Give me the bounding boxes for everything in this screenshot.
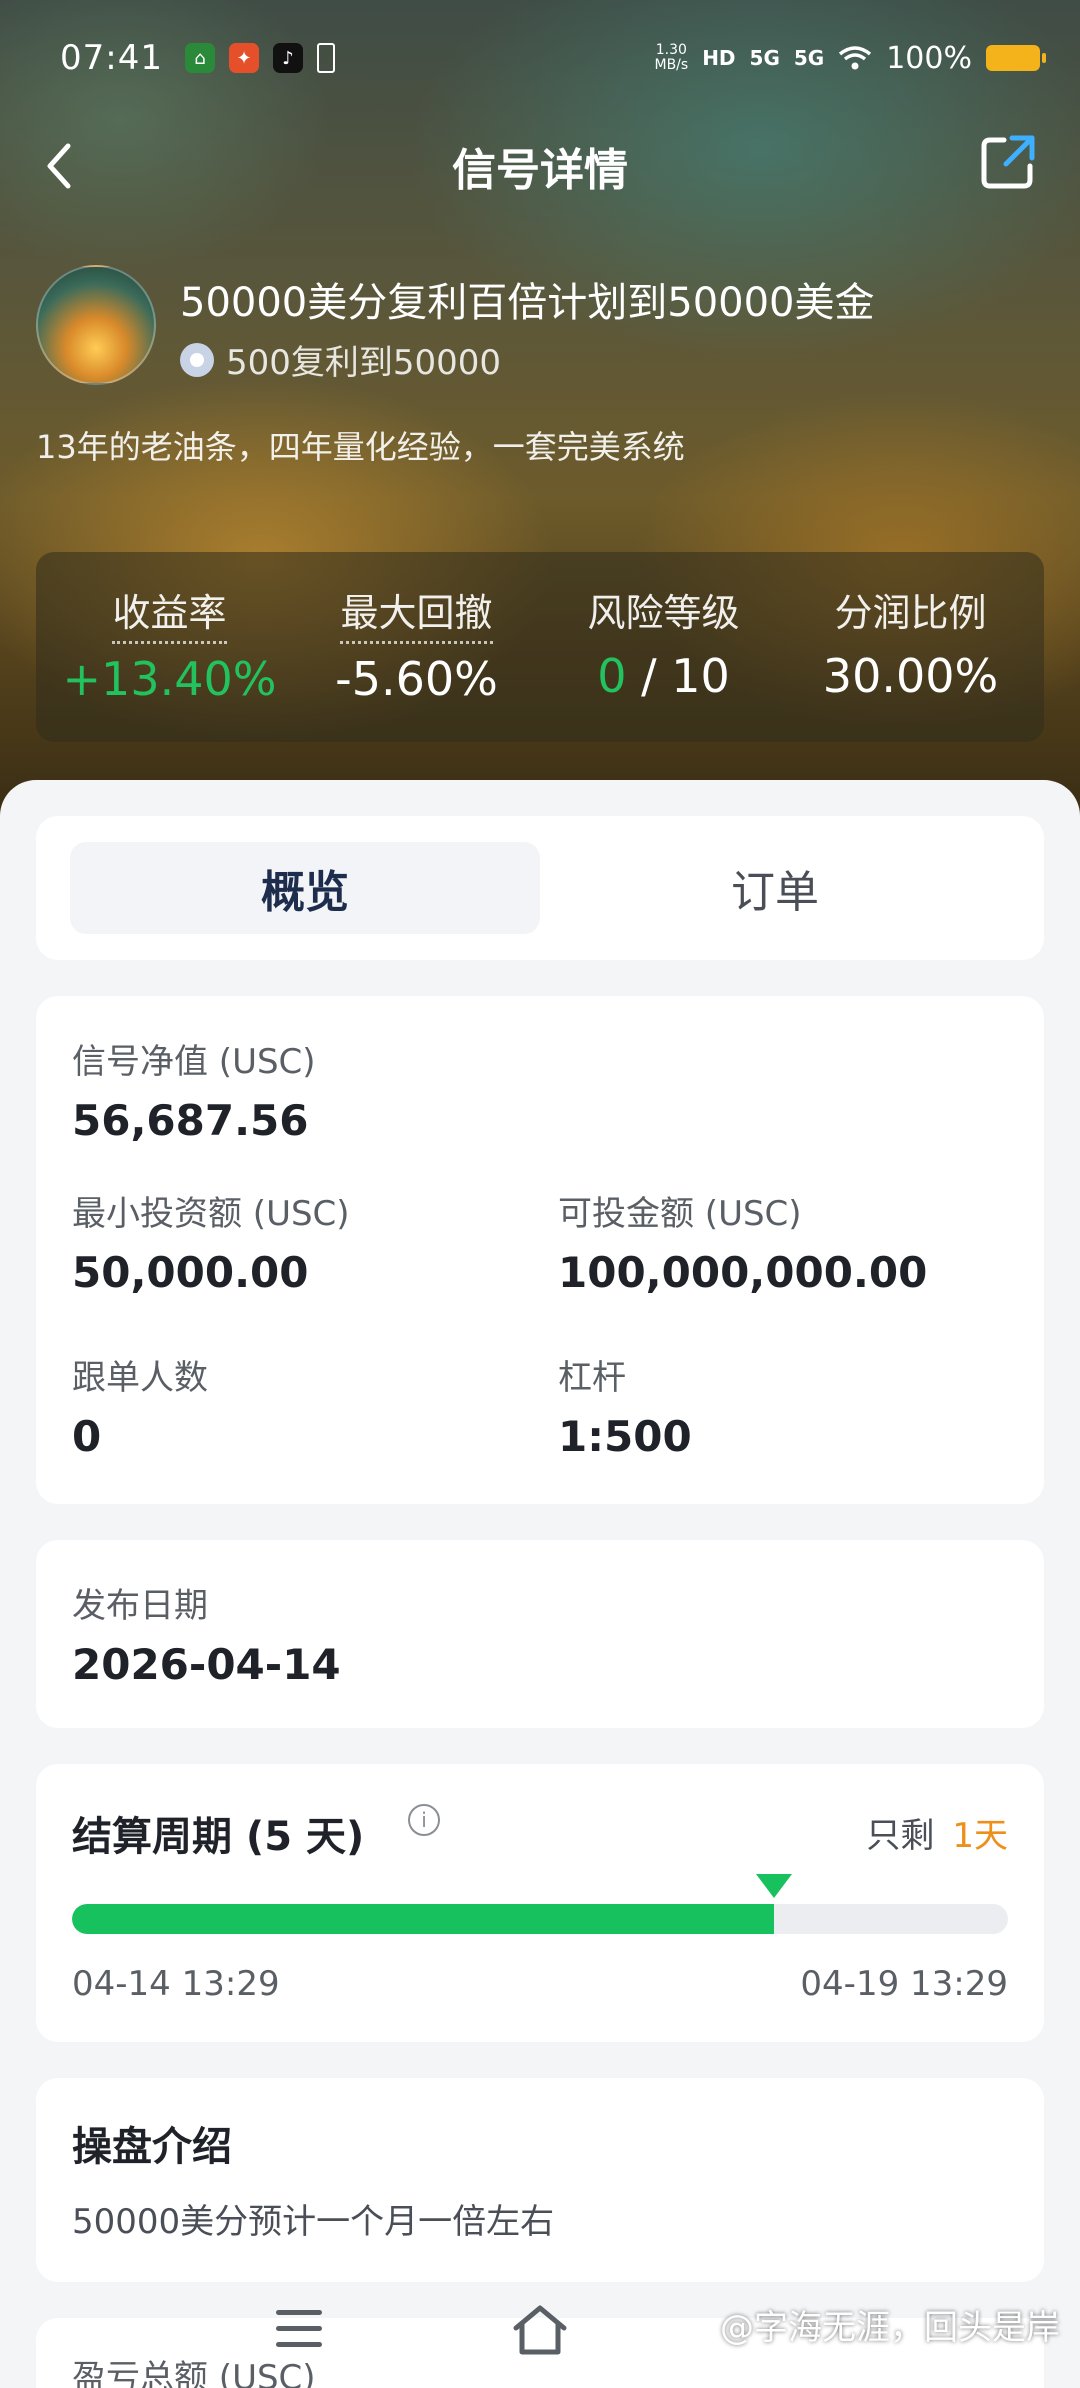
wifi-icon <box>839 46 872 70</box>
menu-icon[interactable] <box>276 2310 322 2350</box>
signal-info-card: 信号净值 (USC) 56,687.56 最小投资额 (USC) 50,000.… <box>36 996 1044 1504</box>
stat-max-drawdown[interactable]: 最大回撤 -5.60% <box>293 582 540 742</box>
signal-name: 50000美分复利百倍计划到50000美金 <box>180 280 875 326</box>
min-invest-label: 最小投资额 (USC) <box>72 1194 350 1234</box>
status-time: 07:41 <box>60 38 163 78</box>
available-label: 可投金额 (USC) <box>558 1194 802 1234</box>
tab-orders[interactable]: 订单 <box>540 842 1010 934</box>
signal-description: 13年的老油条，四年量化经验，一套完美系统 <box>36 428 685 466</box>
stat-label: 收益率 <box>112 582 227 644</box>
available-value: 100,000,000.00 <box>558 1248 928 1297</box>
status-app-icons: ⌂ ✦ ♪ <box>184 43 335 73</box>
intro-title: 操盘介绍 <box>72 2124 232 2170</box>
signal-5g-icon-2: 5G <box>793 46 825 70</box>
followers-value: 0 <box>72 1412 102 1461</box>
min-invest-value: 50,000.00 <box>72 1248 309 1297</box>
stat-label: 分润比例 <box>834 591 987 635</box>
followers-label: 跟单人数 <box>72 1358 208 1398</box>
signal-5g-icon: 5G <box>749 46 780 70</box>
tab-bar: 概览 订单 <box>36 816 1044 960</box>
remaining-value: 1天 <box>952 1816 1008 1856</box>
stat-value: 30.00% <box>822 649 999 703</box>
author-name: 500复利到50000 <box>226 343 502 383</box>
period-start: 04-14 13:29 <box>72 1964 280 2004</box>
stat-value: -5.60% <box>335 652 498 706</box>
nav-bar: 信号详情 <box>0 120 1080 210</box>
battery-icon <box>986 45 1046 71</box>
net-speed: 1.30 MB/s <box>654 43 688 73</box>
progress-marker-icon <box>756 1874 792 1898</box>
stat-value: +13.40% <box>62 652 277 706</box>
trading-intro-card: 操盘介绍 50000美分预计一个月一倍左右 <box>36 2078 1044 2282</box>
publish-date-value: 2026-04-14 <box>72 1640 341 1689</box>
settlement-period-card: 结算周期 (5 天) i 只剩 1天 04-14 13:29 04-19 13:2… <box>36 1764 1044 2042</box>
period-progress-track <box>72 1904 1008 1934</box>
status-right: 1.30 MB/s HD 5G 5G 100% <box>654 40 1046 76</box>
publish-date-label: 发布日期 <box>72 1586 208 1626</box>
tab-overview[interactable]: 概览 <box>70 842 540 934</box>
author-row[interactable]: 500复利到50000 <box>180 335 501 384</box>
stat-label: 风险等级 <box>587 591 740 635</box>
info-icon[interactable]: i <box>408 1804 440 1836</box>
period-title: 结算周期 (5 天) <box>72 1814 365 1860</box>
remaining-label: 只剩 <box>866 1816 935 1856</box>
stats-panel: 收益率 +13.40% 最大回撤 -5.60% 风险等级 0 / 10 分润比例… <box>36 552 1044 742</box>
home-icon[interactable] <box>510 2302 570 2358</box>
net-speed-unit: MB/s <box>654 57 689 73</box>
period-progress-fill <box>72 1904 774 1934</box>
publish-date-card: 发布日期 2026-04-14 <box>36 1540 1044 1728</box>
battery-percent: 100% <box>886 40 972 76</box>
user-icon <box>180 342 214 377</box>
stat-risk-level: 风险等级 0 / 10 <box>540 582 787 742</box>
leverage-value: 1:500 <box>558 1412 692 1461</box>
period-end: 04-19 13:29 <box>800 1964 1008 2004</box>
net-value: 56,687.56 <box>72 1096 309 1145</box>
intro-text: 50000美分预计一个月一倍左右 <box>72 2202 555 2242</box>
status-bar: 07:41 ⌂ ✦ ♪ 1.30 MB/s HD 5G 5G 100% <box>0 30 1080 86</box>
risk-level-value: 0 <box>597 649 627 703</box>
shop-app-icon: ✦ <box>228 43 259 73</box>
risk-level-max: / 10 <box>626 649 730 703</box>
leverage-label: 杠杆 <box>558 1358 626 1398</box>
tiktok-app-icon: ♪ <box>272 43 303 73</box>
signal-avatar <box>36 265 156 385</box>
net-value-label: 信号净值 (USC) <box>72 1042 316 1082</box>
bank-app-icon: ⌂ <box>184 43 215 73</box>
watermark: @字海无涯，回头是岸 <box>720 2308 1060 2348</box>
page-title: 信号详情 <box>452 145 628 196</box>
stat-label: 最大回撤 <box>340 582 493 644</box>
hd-icon: HD <box>702 46 736 70</box>
share-icon <box>981 135 1035 189</box>
stat-profit-share: 分润比例 30.00% <box>787 582 1034 742</box>
stat-value: 0 / 10 <box>540 649 787 703</box>
battery-saver-icon <box>316 43 335 73</box>
share-button[interactable] <box>978 132 1038 192</box>
net-speed-value: 1.30 <box>655 42 687 58</box>
stat-return-rate[interactable]: 收益率 +13.40% <box>46 582 293 742</box>
remaining-time: 只剩 1天 <box>866 1808 1008 1857</box>
